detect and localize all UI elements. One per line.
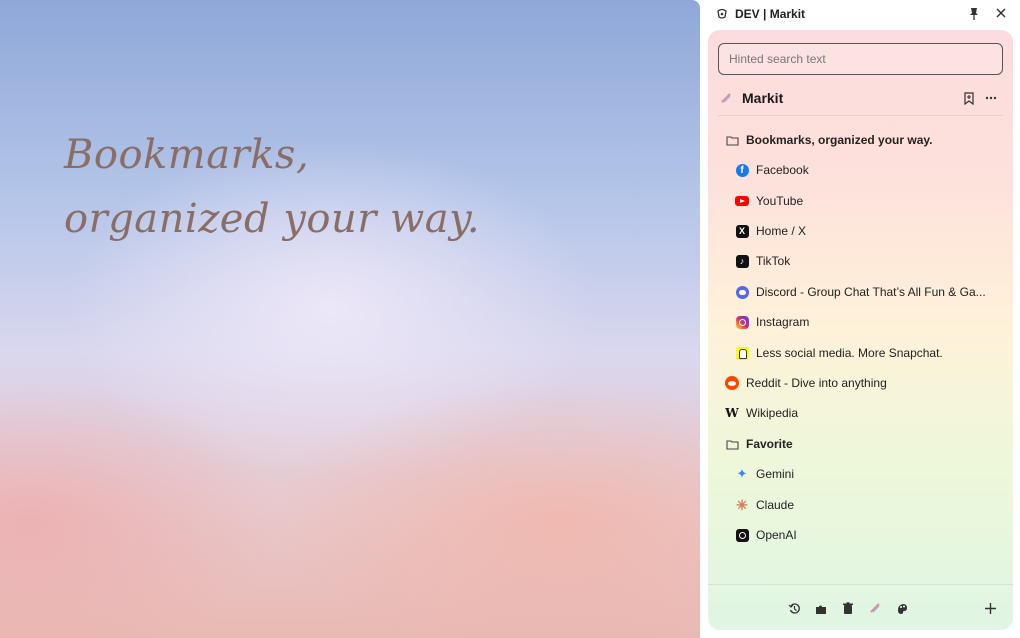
folder-icon bbox=[725, 437, 739, 451]
bookmark-claude[interactable]: ✳ Claude bbox=[735, 492, 1005, 518]
tree-item-label: OpenAI bbox=[756, 528, 797, 542]
bookmark-gemini[interactable]: ✦ Gemini bbox=[735, 461, 1005, 487]
bookmark-reddit[interactable]: Reddit - Dive into anything bbox=[725, 370, 995, 396]
tree-item-label: Less social media. More Snapchat. bbox=[756, 346, 943, 360]
instagram-icon bbox=[735, 315, 749, 329]
tree-item-label: Instagram bbox=[756, 315, 810, 329]
markit-logo-icon bbox=[721, 93, 731, 103]
pin-icon[interactable] bbox=[968, 7, 980, 21]
markit-card: Markit Bookmarks, organized your way. bbox=[708, 30, 1013, 630]
tree-item-label: Facebook bbox=[756, 163, 809, 177]
folder-bookmarks[interactable]: Bookmarks, organized your way. bbox=[725, 127, 995, 153]
markit-app-icon bbox=[717, 8, 727, 19]
folder-favorite[interactable]: Favorite bbox=[725, 431, 995, 457]
close-icon[interactable] bbox=[994, 6, 1008, 20]
youtube-icon bbox=[735, 194, 749, 208]
bookmark-snapchat[interactable]: Less social media. More Snapchat. bbox=[735, 340, 1005, 366]
add-bookmark-icon[interactable] bbox=[963, 92, 975, 105]
theme-icon[interactable] bbox=[895, 601, 909, 615]
tree-item-label: YouTube bbox=[756, 194, 804, 208]
more-icon[interactable] bbox=[984, 92, 998, 104]
snapchat-icon bbox=[735, 346, 749, 360]
reddit-icon bbox=[725, 376, 739, 390]
side-panel-titlebar: DEV | Markit bbox=[700, 0, 1020, 28]
facebook-icon: f bbox=[735, 163, 749, 177]
footer-divider bbox=[708, 584, 1013, 585]
folder-icon bbox=[725, 133, 739, 147]
extensions-icon[interactable] bbox=[814, 601, 828, 615]
tree-item-label: TikTok bbox=[756, 254, 791, 268]
bookmark-x[interactable]: X Home / X bbox=[735, 218, 1005, 244]
tree-item-label: Reddit - Dive into anything bbox=[746, 376, 887, 390]
bookmark-openai[interactable]: OpenAI bbox=[735, 522, 1005, 548]
markit-header: Markit bbox=[718, 86, 1003, 110]
bookmark-youtube[interactable]: YouTube bbox=[735, 188, 1005, 214]
tree-item-label: Claude bbox=[756, 498, 795, 512]
bookmark-discord[interactable]: Discord - Group Chat That’s All Fun & Ga… bbox=[735, 279, 1005, 305]
markit-title: Markit bbox=[742, 90, 784, 106]
search-input[interactable] bbox=[718, 43, 1003, 75]
gemini-icon: ✦ bbox=[736, 466, 748, 481]
trash-icon[interactable] bbox=[841, 601, 855, 615]
hero-title-line-2: organized your way. bbox=[64, 196, 481, 242]
header-divider bbox=[718, 115, 1003, 116]
history-icon[interactable] bbox=[787, 601, 801, 615]
window-title: DEV | Markit bbox=[735, 7, 806, 21]
openai-icon bbox=[735, 528, 749, 542]
side-panel: DEV | Markit Markit bbox=[700, 0, 1020, 638]
tree-item-label: Home / X bbox=[756, 224, 807, 238]
markit-icon[interactable] bbox=[868, 601, 882, 615]
x-icon: X bbox=[735, 224, 749, 238]
bookmark-wikipedia[interactable]: W Wikipedia bbox=[725, 400, 995, 426]
tree-item-label: Wikipedia bbox=[746, 406, 799, 420]
add-icon[interactable] bbox=[983, 601, 997, 615]
hero-background: Bookmarks, organized your way. bbox=[0, 0, 700, 638]
tiktok-icon: ♪ bbox=[735, 254, 749, 268]
hero-title-line-1: Bookmarks, bbox=[64, 132, 310, 178]
tree-item-label: Gemini bbox=[756, 467, 795, 481]
bookmark-instagram[interactable]: Instagram bbox=[735, 309, 1005, 335]
claude-icon: ✳ bbox=[736, 496, 748, 513]
tree-item-label: Favorite bbox=[746, 437, 793, 451]
bookmark-facebook[interactable]: f Facebook bbox=[735, 157, 1005, 183]
bookmark-tiktok[interactable]: ♪ TikTok bbox=[735, 248, 1005, 274]
wikipedia-icon: W bbox=[725, 406, 739, 420]
tree-item-label: Bookmarks, organized your way. bbox=[746, 133, 933, 147]
tree-item-label: Discord - Group Chat That’s All Fun & Ga… bbox=[756, 285, 986, 299]
discord-icon bbox=[735, 285, 749, 299]
